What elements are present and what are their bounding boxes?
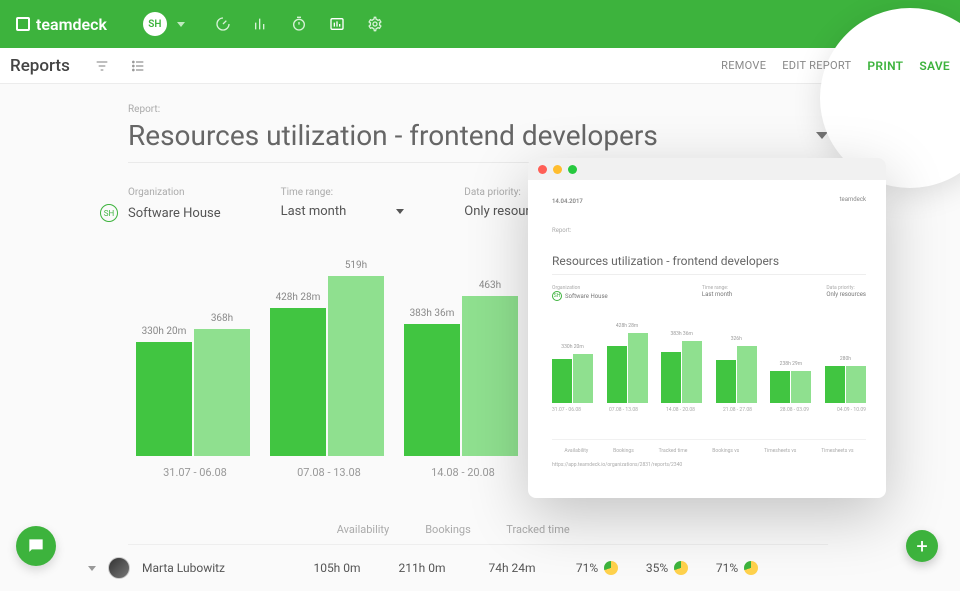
min-dot-icon[interactable] — [553, 165, 562, 174]
x-tick: 14.08 - 20.08 — [396, 466, 530, 479]
bars-icon[interactable] — [253, 16, 269, 32]
chat-icon — [26, 536, 46, 556]
legend-tracked: Tracked time — [488, 523, 588, 536]
bar-value: 330h 20m — [136, 326, 192, 337]
max-dot-icon[interactable] — [568, 165, 577, 174]
timer-icon[interactable] — [291, 16, 307, 32]
expand-icon[interactable] — [88, 566, 96, 571]
chat-button[interactable] — [16, 526, 56, 566]
brand-text: teamdeck — [36, 15, 107, 34]
donut-icon — [674, 561, 688, 575]
time-range-select[interactable]: Last month — [281, 204, 405, 219]
user-avatar[interactable]: JP — [920, 12, 944, 36]
bar-value: 463h — [462, 280, 518, 291]
legend-availability: Availability — [318, 523, 408, 536]
bell-icon[interactable] — [886, 16, 902, 32]
brand-logo[interactable]: teamdeck — [16, 15, 107, 34]
time-range-label: Time range: — [281, 187, 405, 198]
org-value: Software House — [128, 206, 221, 221]
gauge-icon[interactable] — [215, 16, 231, 32]
row-bookings: 211h 0m — [382, 561, 462, 575]
edit-report-button[interactable]: EDIT REPORT — [782, 59, 851, 72]
org-label: Organization — [128, 187, 221, 198]
save-button[interactable]: SAVE — [919, 59, 950, 73]
row-pct2: 35% — [646, 561, 668, 575]
bar-bookings-2: 428h 28m — [270, 308, 326, 456]
bar-timesheets-3: 463h — [462, 296, 518, 456]
row-name: Marta Lubowitz — [142, 561, 292, 575]
topbar-nav — [215, 16, 383, 32]
remove-button[interactable]: REMOVE — [721, 59, 766, 72]
org-chip: SH — [100, 204, 118, 222]
subbar: Reports REMOVE EDIT REPORT PRINT SAVE — [0, 48, 960, 84]
legend-row: Availability Bookings Tracked time — [128, 523, 828, 536]
bar-value: 519h — [328, 260, 384, 271]
preview-brand: teamdeck — [840, 196, 866, 203]
org-dropdown-icon[interactable] — [177, 22, 185, 27]
filter-icon[interactable] — [94, 58, 110, 74]
page-title: Reports — [10, 56, 70, 76]
preview-title: Resources utilization - frontend develop… — [552, 254, 866, 275]
legend-bookings: Bookings — [408, 523, 488, 536]
chevron-down-icon — [816, 132, 828, 139]
print-button[interactable]: PRINT — [867, 59, 903, 73]
bar-value: 428h 28m — [270, 292, 326, 303]
bar-value: 368h — [194, 313, 250, 324]
preview-date: 14.04.2017 — [552, 198, 583, 205]
preview-filters: OrganizationSHSoftware House Time range:… — [552, 285, 866, 301]
bar-bookings-3: 383h 36m — [404, 324, 460, 456]
report-title-text: Resources utilization - frontend develop… — [128, 119, 658, 152]
list-icon[interactable] — [130, 58, 146, 74]
report-title-select[interactable]: Resources utilization - frontend develop… — [128, 115, 828, 163]
print-preview-window[interactable]: 14.04.2017 teamdeck Report: Resources ut… — [528, 158, 886, 498]
x-tick: 31.07 - 06.08 — [128, 466, 262, 479]
preview-chart: 330h 20m 428h 28m 383h 36m 326h 238h 29m… — [552, 323, 866, 403]
bar-bookings-1: 330h 20m — [136, 342, 192, 456]
bar-timesheets-1: 368h — [194, 329, 250, 456]
row-tracked: 74h 24m — [462, 561, 562, 575]
logo-icon — [16, 17, 30, 31]
chart-icon[interactable] — [329, 16, 345, 32]
avatar — [108, 557, 130, 579]
preview-body: 14.04.2017 teamdeck Report: Resources ut… — [528, 180, 886, 478]
add-button[interactable]: + — [906, 530, 938, 562]
topbar: teamdeck SH JP — [0, 0, 960, 48]
time-range-value: Last month — [281, 204, 347, 219]
report-label: Report: — [128, 104, 828, 115]
gear-icon[interactable] — [367, 16, 383, 32]
preview-url: https://app.teamdeck.io/organizations/28… — [552, 462, 866, 468]
donut-icon — [604, 561, 618, 575]
org-badge[interactable]: SH — [143, 12, 167, 36]
donut-icon — [744, 561, 758, 575]
preview-xaxis: 31.07 - 06.0807.08 - 13.0814.08 - 20.082… — [552, 407, 866, 413]
x-tick: 07.08 - 13.08 — [262, 466, 396, 479]
row-pct1: 71% — [576, 561, 598, 575]
preview-legend: AvailabilityBookingsTracked timeBookings… — [552, 439, 866, 454]
preview-report-label: Report: — [552, 227, 866, 234]
row-availability: 105h 0m — [292, 561, 382, 575]
preview-title-bar — [528, 158, 886, 180]
row-pct3: 71% — [716, 561, 738, 575]
bar-timesheets-2: 519h — [328, 276, 384, 456]
chevron-down-icon — [396, 209, 404, 214]
close-dot-icon[interactable] — [538, 165, 547, 174]
bar-value: 383h 36m — [404, 308, 460, 319]
